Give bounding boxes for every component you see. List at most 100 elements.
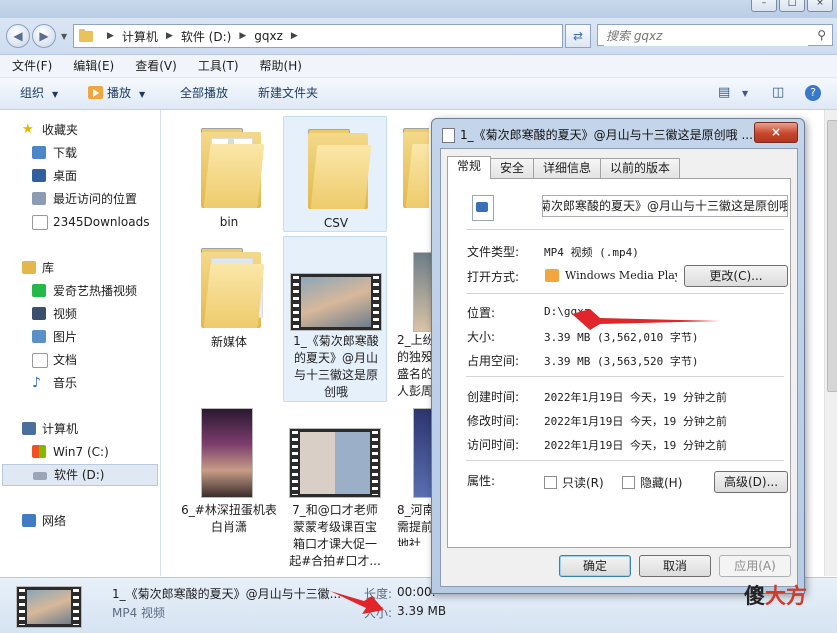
cancel-button[interactable]: 取消 <box>639 555 711 577</box>
file-item-video-7[interactable]: 7_和@口才老师 蒙蒙考级课百宝 箱口才课大促一 起#合拍#口才... <box>283 406 387 572</box>
search-icon[interactable]: ⚲ <box>817 28 826 42</box>
menu-view[interactable]: 查看(V) <box>123 55 186 77</box>
checkbox-box[interactable] <box>544 476 557 489</box>
file-item-video-2[interactable]: 2_上纷 的独殁 盛名的 人彭周 <box>393 236 433 402</box>
nav-favorites[interactable]: ★ 收藏夹 <box>0 119 159 141</box>
folder-icon <box>201 244 265 328</box>
music-note-icon: ♪ <box>32 375 41 391</box>
desktop-icon <box>32 169 46 182</box>
new-folder-button[interactable]: 新建文件夹 <box>258 78 318 109</box>
checkbox-box[interactable] <box>622 476 635 489</box>
ok-button[interactable]: 确定 <box>559 555 631 577</box>
chevron-right-icon[interactable]: ▶ <box>166 31 173 41</box>
nav-item-drive-c[interactable]: Win7 (C:) <box>0 441 159 463</box>
watermark-text: 傻 <box>744 584 765 608</box>
tab-previous-versions[interactable]: 以前的版本 <box>600 158 681 178</box>
nav-label: 文档 <box>53 353 78 367</box>
nav-item-2345downloads[interactable]: 2345Downloads <box>0 211 159 233</box>
file-item-video-8[interactable]: 8_河南 需提前 地社 <box>393 406 433 546</box>
vertical-scrollbar[interactable] <box>824 110 837 576</box>
menu-help[interactable]: 帮助(H) <box>248 55 311 77</box>
nav-item-videos[interactable]: 视频 <box>0 303 159 325</box>
file-label: 2_上纷 <box>397 333 433 347</box>
tab-details[interactable]: 详细信息 <box>533 158 602 178</box>
file-item-partial-folder[interactable] <box>389 116 429 232</box>
navigation-pane: ★ 收藏夹 下载 桌面 最近访问的位置 2345Downloads 库 爱奇艺热… <box>0 110 161 576</box>
details-duration-value: 00:00: <box>397 585 436 599</box>
dialog-close-button[interactable]: × <box>754 122 798 143</box>
nav-libraries[interactable]: 库 <box>0 257 159 279</box>
breadcrumb-computer[interactable]: 计算机 <box>122 28 158 45</box>
filename-field[interactable]: 菊次郎寒酸的夏天》@月山与十三徽这是原创哦 <box>542 195 788 217</box>
menu-tools[interactable]: 工具(T) <box>186 55 248 77</box>
view-options-icon[interactable]: ▤ <box>718 85 730 100</box>
library-icon <box>22 261 36 274</box>
nav-computer[interactable]: 计算机 <box>0 418 159 440</box>
size-on-disk-label: 占用空间: <box>467 354 520 368</box>
chevron-down-icon[interactable]: ▼ <box>742 89 748 98</box>
search-box[interactable]: ⚲ <box>597 24 833 46</box>
help-icon[interactable]: ? <box>805 85 821 101</box>
details-filename: 1_《菊次郎寒酸的夏天》@月山与十三徽... <box>112 587 342 601</box>
folder-icon <box>308 125 372 209</box>
file-item-bin[interactable]: bin <box>177 116 281 232</box>
refresh-icon[interactable]: ⇄ <box>565 24 591 48</box>
breadcrumb-drive-d[interactable]: 软件 (D:) <box>181 28 231 45</box>
file-item-video-6[interactable]: 6_#林深扭蛋机表 白肖潇 <box>177 406 281 546</box>
details-filetype: MP4 视频 <box>112 606 166 620</box>
nav-item-downloads[interactable]: 下载 <box>0 142 159 164</box>
minimize-button[interactable]: – <box>751 0 777 12</box>
chevron-down-icon: ▼ <box>52 90 59 99</box>
file-icon <box>442 128 455 143</box>
organize-button[interactable]: 组织 ▼ <box>20 78 58 110</box>
change-button[interactable]: 更改(C)... <box>684 265 788 287</box>
back-arrow-icon[interactable]: ◀ <box>6 24 30 48</box>
attributes-label: 属性: <box>467 474 496 488</box>
maximize-button[interactable]: □ <box>779 0 805 12</box>
close-window-button[interactable]: × <box>807 0 833 12</box>
chevron-right-icon[interactable]: ▶ <box>107 31 114 41</box>
watermark-logo: 傻大方 <box>744 580 807 610</box>
advanced-button[interactable]: 高级(D)... <box>714 471 788 493</box>
organize-label: 组织 <box>20 86 45 100</box>
readonly-checkbox[interactable]: 只读(R) <box>544 474 604 491</box>
nav-item-pictures[interactable]: 图片 <box>0 326 159 348</box>
preview-pane-icon[interactable]: ◫ <box>772 85 784 100</box>
documents-library-icon <box>32 353 48 368</box>
breadcrumb-gqxz[interactable]: gqxz <box>254 29 283 43</box>
tab-general[interactable]: 常规 <box>447 156 492 179</box>
file-item-xinmeiti[interactable]: 新媒体 <box>177 236 281 386</box>
nav-item-desktop[interactable]: 桌面 <box>0 165 159 187</box>
address-bar[interactable]: ▶ 计算机 ▶ 软件 (D:) ▶ gqxz ▶ <box>73 24 563 48</box>
nav-label: Win7 (C:) <box>53 445 109 459</box>
nav-item-music[interactable]: ♪ 音乐 <box>0 372 159 394</box>
nav-label: 2345Downloads <box>53 215 150 229</box>
video-thumbnail <box>289 428 381 498</box>
file-label: 的独殁 <box>397 350 433 364</box>
history-dropdown-icon[interactable]: ▼ <box>61 32 67 41</box>
scrollbar-thumb[interactable] <box>827 120 837 392</box>
nav-network[interactable]: 网络 <box>0 510 159 532</box>
computer-icon <box>22 422 36 435</box>
tab-security[interactable]: 安全 <box>490 158 535 178</box>
nav-item-documents[interactable]: 文档 <box>0 349 159 371</box>
play-all-button[interactable]: 全部播放 <box>180 78 228 109</box>
file-label: 蒙蒙考级课百宝 <box>292 520 377 534</box>
chevron-right-icon[interactable]: ▶ <box>239 31 246 41</box>
opens-with-value: Windows Media Playe <box>565 269 677 282</box>
apply-button[interactable]: 应用(A) <box>719 555 791 577</box>
nav-item-recent[interactable]: 最近访问的位置 <box>0 188 159 210</box>
nav-label: 收藏夹 <box>42 123 79 137</box>
menu-file[interactable]: 文件(F) <box>0 55 61 77</box>
play-button[interactable]: 播放 ▼ <box>88 78 145 110</box>
nav-item-iqiyi[interactable]: 爱奇艺热播视频 <box>0 280 159 302</box>
file-item-video-1[interactable]: 1_《菊次郎寒酸 的夏天》@月山 与十三徽这是原 创哦 <box>283 236 387 402</box>
hidden-label: 隐藏(H) <box>640 476 683 490</box>
menu-edit[interactable]: 编辑(E) <box>61 55 123 77</box>
file-item-csv[interactable]: CSV <box>283 116 387 232</box>
search-input[interactable] <box>604 26 808 46</box>
hidden-checkbox[interactable]: 隐藏(H) <box>622 474 682 491</box>
nav-item-drive-d[interactable]: 软件 (D:) <box>2 464 158 486</box>
chevron-right-icon[interactable]: ▶ <box>291 31 298 41</box>
forward-arrow-icon[interactable]: ▶ <box>32 24 56 48</box>
